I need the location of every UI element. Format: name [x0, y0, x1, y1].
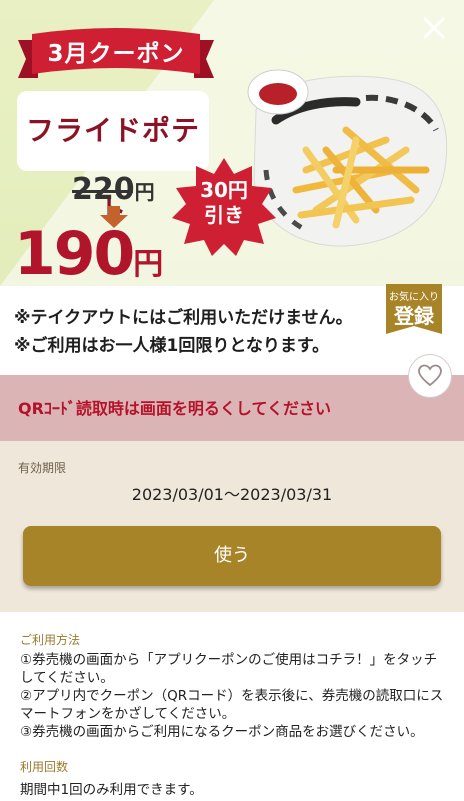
discounted-price: 190円: [14, 222, 163, 286]
discount-label: 30円 引き: [172, 178, 276, 228]
original-price-yen: 円: [134, 180, 155, 204]
discounted-price-value: 190: [14, 219, 135, 286]
ribbon-label: 3月クーポン: [47, 41, 185, 67]
favorite-label-register[interactable]: 登録: [386, 300, 442, 329]
usage-step-3: ③券売機の画面からご利用になるクーポン商品をお選びください。: [20, 724, 424, 740]
discounted-price-yen: 円: [133, 247, 164, 282]
price-strikethrough: [72, 190, 133, 193]
coupon-hero: 3月クーポン フライドポテト 220円 190円 30円 引き: [0, 0, 464, 286]
usage-notes: ※テイクアウトにはご利用いただけません。 ※ご利用はお一人様1回限りとなります。: [14, 304, 353, 360]
note-once-per-person: ※ご利用はお一人様1回限りとなります。: [14, 336, 330, 356]
note-takeout: ※テイクアウトにはご利用いただけません。: [14, 308, 353, 328]
use-coupon-button[interactable]: 使う: [23, 526, 441, 586]
close-icon[interactable]: [420, 14, 448, 42]
usage-count-label: 利用回数: [20, 760, 69, 774]
usage-count-value: 期間中1回のみ利用できます。: [20, 782, 203, 798]
usage-method-label: ご利用方法: [20, 633, 81, 647]
favorite-heart-button[interactable]: [408, 354, 452, 398]
validity-period: 2023/03/01〜2023/03/31: [131, 485, 333, 504]
qr-notice-text: QRｺｰﾄﾞ読取時は画面を明るくしてください: [18, 399, 331, 418]
usage-step-1: ①券売機の画面から「アプリクーポンのご使用はコチラ！」をタッチしてください。: [20, 652, 438, 686]
usage-method-steps: ①券売機の画面から「アプリクーポンのご使用はコチラ！」をタッチしてください。 ②…: [20, 651, 448, 741]
usage-step-2: ②アプリ内でクーポン（QRコード）を表示後に、券売機の読取口にスマートフォンをか…: [20, 688, 444, 722]
discount-amount: 30円: [200, 178, 248, 202]
discount-suffix: 引き: [204, 203, 244, 227]
heart-icon: [418, 364, 442, 387]
original-price: 220円: [72, 172, 155, 207]
validity-label: 有効期限: [18, 461, 67, 475]
